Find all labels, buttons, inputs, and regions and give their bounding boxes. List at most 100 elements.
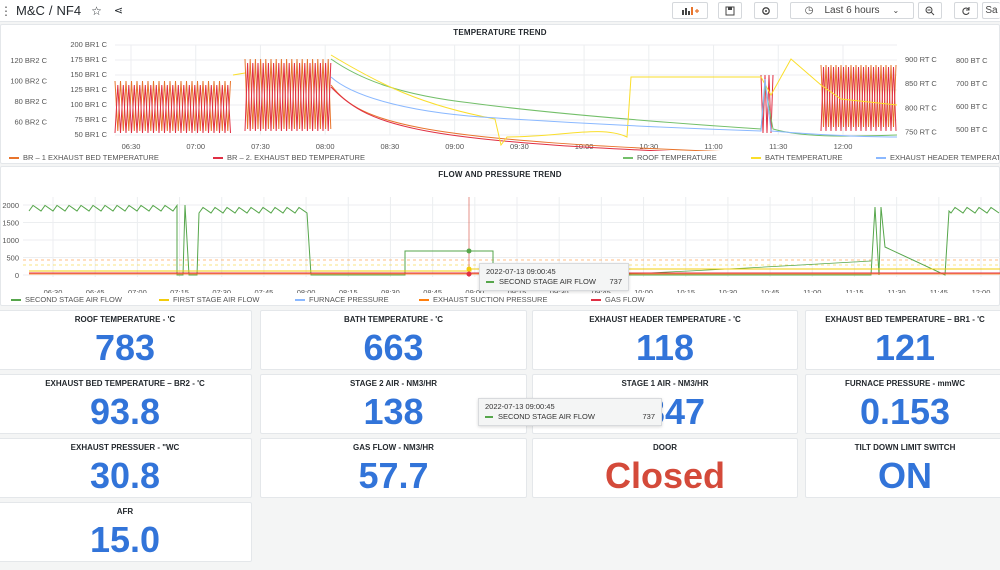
x-tick-label: 10:00 (634, 288, 653, 293)
add-panel-button[interactable] (672, 2, 708, 19)
stat-tile[interactable]: EXHAUST PRESSUER - "WC 30.8 (0, 438, 252, 498)
top-nav-bar: ⋮ M&C / NF4 ☆ ⋖ ◷ Last 6 hours ⌄ Sa (0, 0, 1000, 22)
legend-swatch (9, 156, 19, 159)
legend-label: FIRST STAGE AIR FLOW (173, 295, 260, 304)
stat-title: GAS FLOW - NM3/HR (353, 443, 434, 452)
y-tick-label: 800 RT C (905, 103, 937, 112)
clock-icon: ◷ (804, 5, 814, 16)
temperature-legend: BR – 1 EXHAUST BED TEMPERATURE BR – 2. EX… (1, 153, 999, 163)
tooltip-swatch (486, 281, 494, 283)
stat-value: 30.8 (89, 455, 161, 496)
y-tick-label: 150 BR1 C (70, 70, 107, 79)
stat-title: EXHAUST HEADER TEMPERATURE - 'C (589, 315, 741, 324)
y-tick-label: 75 BR1 C (74, 115, 107, 124)
stat-tile[interactable]: AFR 15.0 (0, 502, 252, 562)
legend-item[interactable]: EXHAUST HEADER TEMPERATURE (876, 153, 999, 162)
stat-tile[interactable]: EXHAUST BED TEMPERATURE – BR1 - 'C 121 (805, 310, 1000, 370)
x-tick-label: 08:00 (316, 142, 335, 151)
y-tick-label: 500 (6, 254, 19, 263)
legend-item[interactable]: SECOND STAGE AIR FLOW (11, 295, 122, 304)
legend-item[interactable]: GAS FLOW (591, 295, 645, 304)
stat-tile[interactable]: EXHAUST HEADER TEMPERATURE - 'C 118 (532, 310, 798, 370)
tooltip-swatch (485, 416, 493, 418)
x-tick-label: 10:45 (761, 288, 780, 293)
legend-item[interactable]: EXHAUST SUCTION PRESSURE (419, 295, 547, 304)
legend-swatch (159, 298, 169, 301)
y-tick-label: 50 BR1 C (74, 130, 107, 139)
x-tick-label: 11:30 (888, 288, 906, 293)
hover-point (466, 248, 472, 254)
legend-swatch (751, 156, 761, 159)
settings-button[interactable] (754, 2, 778, 19)
x-tick-label: 09:00 (445, 142, 464, 151)
legend-item[interactable]: ROOF TEMPERATURE (623, 153, 717, 162)
tooltip-value: 737 (609, 277, 622, 286)
share-icon[interactable]: ⋖ (114, 4, 123, 17)
zoom-out-icon (925, 6, 935, 15)
y-tick-label: 900 RT C (905, 55, 937, 64)
legend-label: BR – 1 EXHAUST BED TEMPERATURE (23, 153, 159, 162)
x-tick-label: 07:00 (186, 142, 205, 151)
tooltip-series: SECOND STAGE AIR FLOW (499, 277, 596, 286)
x-tick-label: 07:30 (212, 288, 231, 293)
stat-tile[interactable]: BATH TEMPERATURE - 'C 663 (260, 310, 527, 370)
x-tick-label: 10:30 (719, 288, 738, 293)
stat-value: 0.153 (859, 391, 951, 432)
y-tick-label: 0 (15, 271, 19, 280)
star-icon[interactable]: ☆ (91, 4, 102, 18)
x-tick-label: 06:45 (86, 288, 105, 293)
stat-title: TILT DOWN LIMIT SWITCH (854, 443, 956, 452)
y-tick-label: 100 BR2 C (10, 77, 47, 86)
legend-item[interactable]: BR – 2. EXHAUST BED TEMPERATURE (213, 153, 365, 162)
stat-title: DOOR (653, 443, 677, 452)
x-tick-label: 08:45 (423, 288, 442, 293)
zoom-out-button[interactable] (918, 2, 942, 19)
x-tick-label: 07:30 (251, 142, 270, 151)
legend-swatch (876, 156, 886, 159)
legend-item[interactable]: FIRST STAGE AIR FLOW (159, 295, 259, 304)
stat-tile[interactable]: GAS FLOW - NM3/HR 57.7 (260, 438, 527, 498)
chevron-down-icon: ⌄ (892, 6, 900, 15)
stat-tile[interactable]: DOOR Closed (532, 438, 798, 498)
legend-item[interactable]: BR – 1 EXHAUST BED TEMPERATURE (9, 153, 159, 162)
stat-tile[interactable]: ROOF TEMPERATURE - 'C 783 (0, 310, 252, 370)
stat-value: 663 (363, 327, 424, 368)
legend-item[interactable]: FURNACE PRESSURE (295, 295, 389, 304)
save-label-button[interactable]: Sa (982, 2, 1000, 19)
add-panel-icon (682, 6, 699, 15)
x-tick-label: 11:30 (769, 142, 787, 151)
legend-swatch (11, 298, 21, 301)
breadcrumb-dashboard[interactable]: NF4 (57, 3, 82, 18)
stat-value: 15.0 (89, 519, 161, 560)
x-tick-label: 11:00 (803, 288, 821, 293)
legend-label: EXHAUST SUCTION PRESSURE (433, 295, 548, 304)
time-range-picker[interactable]: ◷ Last 6 hours ⌄ (790, 2, 914, 19)
x-tick-label: 07:45 (255, 288, 274, 293)
legend-swatch (295, 298, 305, 301)
x-tick-label: 07:00 (128, 288, 147, 293)
stat-value: Closed (604, 455, 726, 496)
temperature-chart[interactable]: 06:30 07:00 07:30 08:00 08:30 09:00 09:30 10:00… (1, 25, 1000, 151)
y-tick-label: 2000 (2, 201, 19, 210)
breadcrumb: ⋮ M&C / NF4 ☆ ⋖ (0, 3, 123, 18)
legend-item[interactable]: BATH TEMPERATURE (751, 153, 843, 162)
x-tick-label: 06:30 (44, 288, 63, 293)
legend-label: EXHAUST HEADER TEMPERATURE (890, 153, 999, 162)
flow-legend: SECOND STAGE AIR FLOW FIRST STAGE AIR FLO… (1, 295, 999, 305)
stat-tile[interactable]: TILT DOWN LIMIT SWITCH ON (805, 438, 1000, 498)
flow-pressure-panel: FLOW AND PRESSURE TREND 2000 1500 1000 500 0… (0, 166, 1000, 306)
tooltip-value: 737 (642, 412, 655, 421)
save-dashboard-button[interactable] (718, 2, 742, 19)
stat-title: EXHAUST BED TEMPERATURE – BR2 - 'C (45, 379, 205, 388)
breadcrumb-folder[interactable]: M&C (16, 3, 45, 18)
stat-title: AFR (116, 507, 134, 516)
stat-tile[interactable]: EXHAUST BED TEMPERATURE – BR2 - 'C 93.8 (0, 374, 252, 434)
refresh-button[interactable] (954, 2, 978, 19)
stat-title: EXHAUST PRESSUER - "WC (70, 443, 180, 452)
legend-label: BR – 2. EXHAUST BED TEMPERATURE (227, 153, 365, 162)
legend-label: BATH TEMPERATURE (765, 153, 843, 162)
stat-tile[interactable]: FURNACE PRESSURE - mmWC 0.153 (805, 374, 1000, 434)
tooltip-time: 2022-07-13 09:00:45 (485, 402, 555, 411)
legend-label: ROOF TEMPERATURE (637, 153, 717, 162)
x-tick-label: 12:00 (972, 288, 991, 293)
